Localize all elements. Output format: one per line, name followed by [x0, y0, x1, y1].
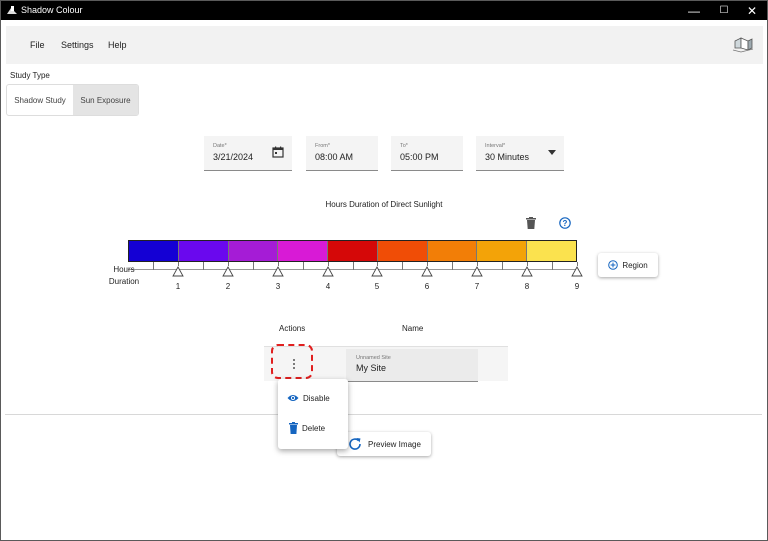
study-type-label: Study Type: [10, 71, 50, 80]
scale-marker-triangle[interactable]: [371, 266, 383, 277]
axis-title-duration: Duration: [108, 277, 140, 286]
menu-help[interactable]: Help: [108, 40, 127, 50]
app-logo-icon: [7, 6, 17, 14]
scale-tick-label: 8: [524, 282, 530, 291]
scale-segment: [527, 241, 577, 261]
trash-icon: [526, 217, 536, 229]
scale-tick-label: 7: [474, 282, 480, 291]
disable-label: Disable: [303, 393, 330, 403]
minimize-button[interactable]: —: [679, 1, 709, 20]
site-name-label: Unnamed Site: [356, 355, 391, 361]
scale-marker-triangle[interactable]: [222, 266, 234, 277]
building-logo-icon[interactable]: [732, 32, 754, 54]
scale-tick-label: 1: [175, 282, 181, 291]
scale-marker-triangle[interactable]: [172, 266, 184, 277]
maximize-button[interactable]: ☐: [709, 1, 739, 20]
from-field[interactable]: From* 08:00 AM: [306, 136, 378, 171]
scale-tick: [552, 262, 553, 270]
scale-marker-triangle[interactable]: [322, 266, 334, 277]
scale-title: Hours Duration of Direct Sunlight: [325, 200, 443, 209]
axis-title-hours: Hours: [113, 265, 135, 274]
add-circle-icon: [608, 260, 619, 270]
delete-label: Delete: [302, 423, 326, 433]
scale-segment: [328, 241, 378, 261]
scale-tick-label: 2: [225, 282, 231, 291]
scale-tick: [353, 262, 354, 270]
interval-value: 30 Minutes: [485, 152, 530, 162]
from-value: 08:00 AM: [315, 152, 354, 162]
refresh-icon: [349, 438, 361, 450]
site-name-field[interactable]: Unnamed Site My Site: [346, 349, 478, 382]
scale-tick: [502, 262, 503, 270]
preview-button-label: Preview Image: [368, 439, 421, 449]
scale-tick: [153, 262, 154, 270]
calendar-icon[interactable]: [272, 146, 284, 158]
study-type-toggle: Shadow Study Sun Exposure: [6, 84, 139, 116]
interval-label: Interval*: [485, 143, 506, 149]
menu-file[interactable]: File: [30, 40, 45, 50]
menu-item-disable[interactable]: Disable: [287, 391, 330, 405]
date-field[interactable]: Date* 3/21/2024: [204, 136, 292, 171]
to-label: To*: [400, 143, 408, 149]
menu-item-delete[interactable]: Delete: [289, 421, 325, 435]
eye-icon: [287, 395, 299, 401]
scale-tick: [253, 262, 254, 270]
scale-tick-label: 5: [374, 282, 380, 291]
scale-tick-label: 9: [574, 282, 580, 291]
trash-icon: [289, 422, 298, 434]
region-button-label: Region: [622, 260, 648, 270]
add-region-button[interactable]: Region: [598, 253, 658, 277]
preview-image-button[interactable]: Preview Image: [337, 432, 431, 456]
menu-settings[interactable]: Settings: [61, 40, 94, 50]
date-label: Date*: [213, 143, 227, 149]
color-scale-bar: [128, 240, 577, 262]
scale-segment: [377, 241, 428, 261]
close-button[interactable]: ✕: [737, 1, 767, 20]
window-title: Shadow Colour: [21, 5, 83, 15]
scale-segment: [427, 241, 478, 261]
to-field[interactable]: To* 05:00 PM: [391, 136, 463, 171]
scale-tick-label: 4: [325, 282, 331, 291]
scale-tick-label: 6: [424, 282, 430, 291]
scale-marker-triangle[interactable]: [521, 266, 533, 277]
scale-marker-triangle[interactable]: [272, 266, 284, 277]
scale-marker-triangle[interactable]: [571, 266, 583, 277]
section-divider: [5, 414, 762, 415]
scale-tick-label: 3: [275, 282, 281, 291]
menu-bar: File Settings Help: [6, 26, 763, 64]
to-value: 05:00 PM: [400, 152, 439, 162]
scale-tick: [402, 262, 403, 270]
date-value: 3/21/2024: [213, 152, 254, 162]
scale-tick: [203, 262, 204, 270]
row-actions-menu: Disable Delete: [278, 379, 348, 449]
scale-segment: [129, 241, 179, 261]
svg-text:?: ?: [563, 219, 568, 228]
scale-marker-triangle[interactable]: [471, 266, 483, 277]
from-label: From*: [315, 143, 330, 149]
help-button[interactable]: ?: [558, 216, 572, 230]
shadow-study-option[interactable]: Shadow Study: [7, 85, 73, 115]
sun-exposure-option[interactable]: Sun Exposure: [73, 85, 138, 115]
scale-segment: [178, 241, 229, 261]
scale-marker-triangle[interactable]: [421, 266, 433, 277]
help-circle-icon: ?: [559, 217, 571, 229]
interval-select[interactable]: Interval* 30 Minutes: [476, 136, 564, 171]
delete-scale-button[interactable]: [524, 216, 538, 230]
actions-column-header: Actions: [279, 324, 306, 333]
scale-tick: [303, 262, 304, 270]
scale-segment: [278, 241, 329, 261]
scale-segment: [477, 241, 528, 261]
name-column-header: Name: [402, 324, 424, 333]
site-name-value: My Site: [356, 363, 387, 373]
more-vert-icon[interactable]: [292, 359, 296, 369]
dropdown-arrow-icon: [548, 150, 556, 155]
scale-tick: [452, 262, 453, 270]
title-bar: Shadow Colour — ☐ ✕: [1, 1, 767, 20]
row-actions-highlight: [271, 344, 313, 379]
scale-segment: [228, 241, 279, 261]
